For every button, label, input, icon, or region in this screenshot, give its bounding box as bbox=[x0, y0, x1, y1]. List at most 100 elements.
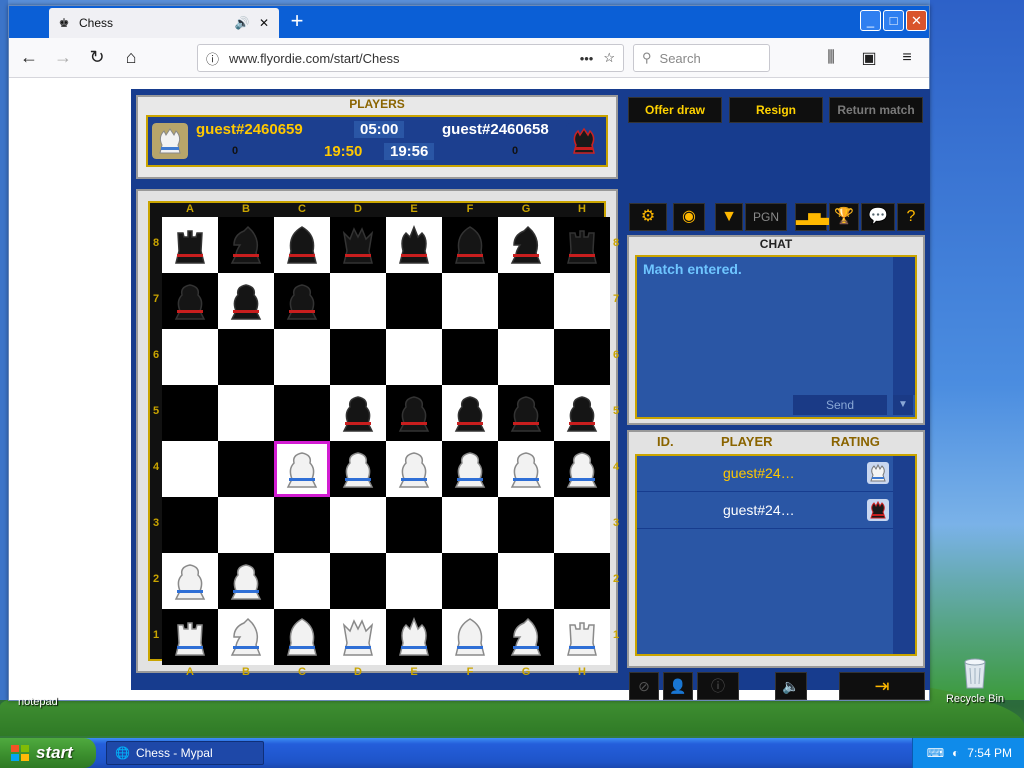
square-b5[interactable] bbox=[218, 385, 274, 441]
keyboard-icon[interactable]: ⌨ bbox=[927, 746, 944, 760]
square-b6[interactable] bbox=[218, 329, 274, 385]
url-bar[interactable]: ⓘ www.flyordie.com/start/Chess ••• ☆ bbox=[197, 44, 624, 72]
block-icon[interactable]: ⊘ bbox=[629, 672, 659, 700]
forward-button[interactable]: → bbox=[49, 44, 77, 72]
square-e4[interactable] bbox=[386, 441, 442, 497]
maximize-button[interactable]: □ bbox=[883, 10, 904, 31]
white-knight-icon[interactable] bbox=[502, 613, 550, 661]
square-f4[interactable] bbox=[442, 441, 498, 497]
white-pawn-icon[interactable] bbox=[558, 445, 606, 493]
close-tab-icon[interactable]: ✕ bbox=[257, 16, 271, 30]
sphere-icon[interactable]: ◉ bbox=[673, 203, 705, 231]
square-c5[interactable] bbox=[274, 385, 330, 441]
white-pawn-icon[interactable] bbox=[334, 445, 382, 493]
square-b8[interactable] bbox=[218, 217, 274, 273]
square-f5[interactable] bbox=[442, 385, 498, 441]
square-d5[interactable] bbox=[330, 385, 386, 441]
square-e7[interactable] bbox=[386, 273, 442, 329]
page-actions-icon[interactable]: ••• bbox=[580, 51, 594, 66]
white-rook-icon[interactable] bbox=[558, 613, 606, 661]
square-c8[interactable] bbox=[274, 217, 330, 273]
square-a5[interactable] bbox=[162, 385, 218, 441]
offer-draw-button[interactable]: Offer draw bbox=[628, 97, 722, 123]
info-icon[interactable]: ⓘ bbox=[206, 49, 219, 68]
black-pawn-icon[interactable] bbox=[334, 389, 382, 437]
white-knight-icon[interactable] bbox=[222, 613, 270, 661]
square-b2[interactable] bbox=[218, 553, 274, 609]
black-pawn-icon[interactable] bbox=[390, 389, 438, 437]
new-tab-button[interactable]: + bbox=[285, 10, 309, 34]
square-h8[interactable] bbox=[554, 217, 610, 273]
tab-chess[interactable]: ♚ Chess 🔊 ✕ bbox=[49, 8, 279, 38]
square-a6[interactable] bbox=[162, 329, 218, 385]
square-c1[interactable] bbox=[274, 609, 330, 665]
white-bishop-icon[interactable] bbox=[278, 613, 326, 661]
square-d8[interactable] bbox=[330, 217, 386, 273]
menu-icon[interactable]: ≡ bbox=[893, 44, 921, 72]
podium-icon[interactable]: ▂▅▃ bbox=[795, 203, 833, 231]
start-button[interactable]: start bbox=[0, 738, 96, 768]
desktop-notepad-label[interactable]: notepad bbox=[18, 696, 58, 708]
black-pawn-icon[interactable] bbox=[558, 389, 606, 437]
resign-button[interactable]: Resign bbox=[729, 97, 823, 123]
search-bar[interactable]: ⚲ Search bbox=[633, 44, 770, 72]
taskbar-item-chess[interactable]: 🌐 Chess - Mypal bbox=[106, 741, 264, 765]
square-h7[interactable] bbox=[554, 273, 610, 329]
square-e6[interactable] bbox=[386, 329, 442, 385]
square-f1[interactable] bbox=[442, 609, 498, 665]
dropdown-arrow-icon[interactable]: ▼ bbox=[715, 203, 743, 231]
sound-icon[interactable]: 🔈 bbox=[775, 672, 807, 700]
square-c6[interactable] bbox=[274, 329, 330, 385]
home-button[interactable]: ⌂ bbox=[117, 44, 145, 72]
square-d4[interactable] bbox=[330, 441, 386, 497]
square-g3[interactable] bbox=[498, 497, 554, 553]
recycle-bin[interactable]: Recycle Bin bbox=[944, 656, 1006, 705]
square-b4[interactable] bbox=[218, 441, 274, 497]
black-knight-icon[interactable] bbox=[222, 221, 270, 269]
black-bishop-icon[interactable] bbox=[446, 221, 494, 269]
square-a1[interactable] bbox=[162, 609, 218, 665]
square-h5[interactable] bbox=[554, 385, 610, 441]
white-pawn-icon[interactable] bbox=[278, 445, 326, 493]
square-g7[interactable] bbox=[498, 273, 554, 329]
square-g5[interactable] bbox=[498, 385, 554, 441]
black-bishop-icon[interactable] bbox=[278, 221, 326, 269]
black-pawn-icon[interactable] bbox=[446, 389, 494, 437]
help-icon[interactable]: ? bbox=[897, 203, 925, 231]
minimize-button[interactable]: _ bbox=[860, 10, 881, 31]
square-e3[interactable] bbox=[386, 497, 442, 553]
white-pawn-icon[interactable] bbox=[166, 557, 214, 605]
square-e2[interactable] bbox=[386, 553, 442, 609]
square-h4[interactable] bbox=[554, 441, 610, 497]
square-c4[interactable] bbox=[274, 441, 330, 497]
square-e8[interactable] bbox=[386, 217, 442, 273]
player-list-scrollbar[interactable] bbox=[893, 456, 915, 654]
exit-icon[interactable]: ⇥ bbox=[839, 672, 925, 700]
chat-bubble-icon[interactable]: 💬 bbox=[861, 203, 895, 231]
user-icon[interactable]: 👤 bbox=[663, 672, 693, 700]
black-pawn-icon[interactable] bbox=[222, 277, 270, 325]
white-pawn-icon[interactable] bbox=[390, 445, 438, 493]
square-d7[interactable] bbox=[330, 273, 386, 329]
square-a3[interactable] bbox=[162, 497, 218, 553]
square-g2[interactable] bbox=[498, 553, 554, 609]
black-king-icon[interactable] bbox=[390, 221, 438, 269]
black-pawn-icon[interactable] bbox=[166, 277, 214, 325]
square-d3[interactable] bbox=[330, 497, 386, 553]
square-f7[interactable] bbox=[442, 273, 498, 329]
close-window-button[interactable]: ✕ bbox=[906, 10, 927, 31]
square-g4[interactable] bbox=[498, 441, 554, 497]
chat-scrollbar[interactable] bbox=[893, 257, 915, 395]
square-h6[interactable] bbox=[554, 329, 610, 385]
sidebar-icon[interactable]: ▣ bbox=[855, 44, 883, 72]
square-c2[interactable] bbox=[274, 553, 330, 609]
black-queen-icon[interactable] bbox=[334, 221, 382, 269]
square-b1[interactable] bbox=[218, 609, 274, 665]
square-f2[interactable] bbox=[442, 553, 498, 609]
square-f8[interactable] bbox=[442, 217, 498, 273]
speaker-icon[interactable]: 🔊 bbox=[235, 16, 250, 30]
square-h3[interactable] bbox=[554, 497, 610, 553]
white-bishop-icon[interactable] bbox=[446, 613, 494, 661]
square-d2[interactable] bbox=[330, 553, 386, 609]
white-pawn-icon[interactable] bbox=[502, 445, 550, 493]
